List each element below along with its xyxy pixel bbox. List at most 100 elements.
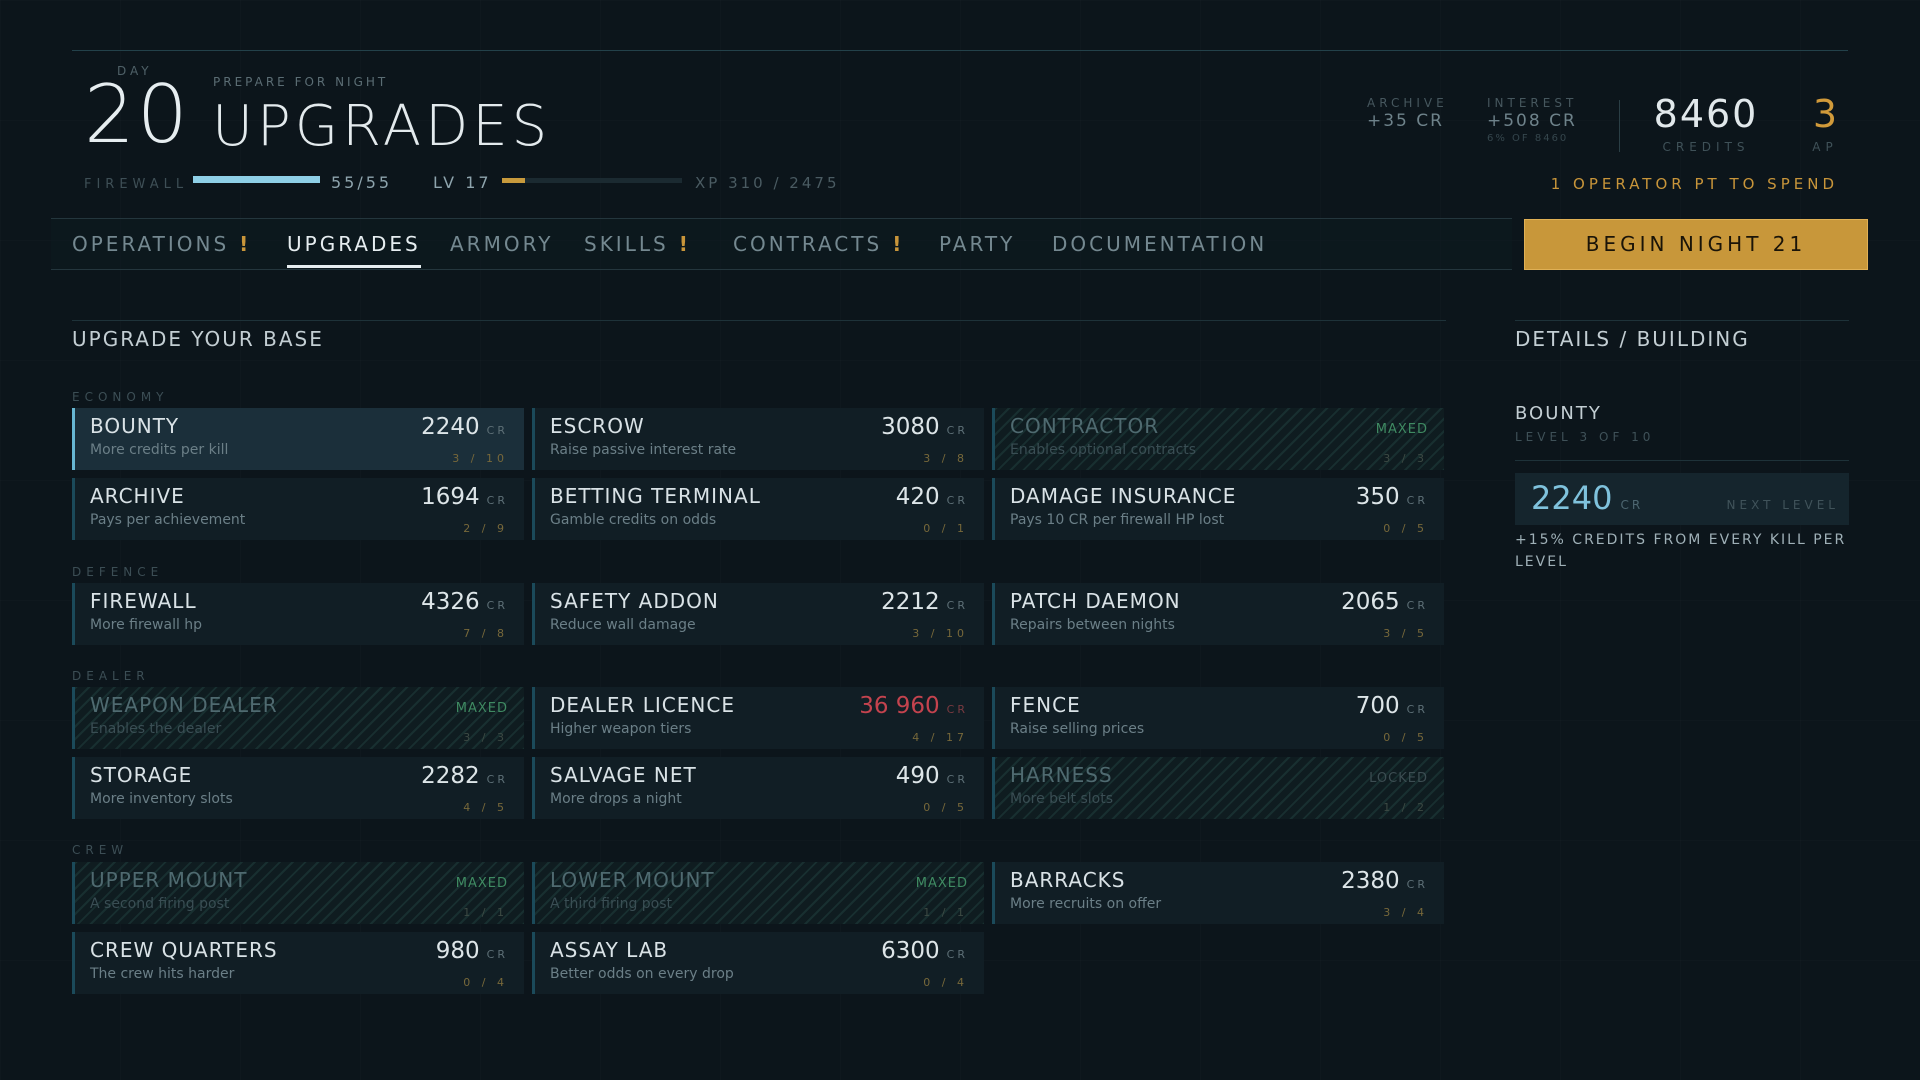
alert-icon: ! <box>239 232 252 256</box>
upgrade-card-salvage-net[interactable]: SALVAGE NET More drops a night 490 CR 0 / 5 <box>532 757 984 819</box>
card-name: DAMAGE INSURANCE <box>1010 484 1237 508</box>
ap-value: 3 <box>1812 92 1838 136</box>
card-name: ASSAY LAB <box>550 938 669 962</box>
details-separator <box>1515 460 1849 461</box>
archive-label: ARCHIVE <box>1367 96 1448 110</box>
card-name: STORAGE <box>90 763 193 787</box>
day-number: 20 <box>84 68 190 161</box>
card-price-unit: CR <box>486 599 508 612</box>
credits-value: 8460 <box>1653 92 1759 136</box>
card-price: 3080 CR <box>881 414 968 440</box>
firewall-label: FIREWALL <box>84 177 189 192</box>
card-description: A second firing post <box>90 896 230 912</box>
archive-stat: ARCHIVE +35 CR <box>1367 96 1448 131</box>
card-price: 4326 CR <box>421 589 508 615</box>
tab-label: DOCUMENTATION <box>1052 232 1268 256</box>
firewall-bar-fill <box>193 176 320 183</box>
section-divider <box>72 320 1446 321</box>
upgrade-card-fence[interactable]: FENCE Raise selling prices 700 CR 0 / 5 <box>992 687 1444 749</box>
card-name: CONTRACTOR <box>1010 414 1160 438</box>
card-description: A third firing post <box>550 896 673 912</box>
card-price: 490 CR <box>896 763 968 789</box>
tab-operations[interactable]: OPERATIONS! <box>72 219 251 270</box>
card-level: 1 / 1 <box>463 906 508 919</box>
begin-night-button[interactable]: BEGIN NIGHT 21 <box>1524 219 1868 270</box>
card-level: 3 / 5 <box>1383 627 1428 640</box>
tab-party[interactable]: PARTY <box>939 219 1015 270</box>
group-label-dealer: DEALER <box>72 669 150 683</box>
level-label: LV 17 <box>433 173 492 192</box>
card-price-unit: CR <box>486 494 508 507</box>
details-building-name: BOUNTY <box>1515 403 1602 424</box>
group-label-defence: DEFENCE <box>72 565 164 579</box>
card-name: FENCE <box>1010 693 1081 717</box>
operator-points-notice[interactable]: 1 OPERATOR PT TO SPEND <box>1551 175 1838 193</box>
tab-documentation[interactable]: DOCUMENTATION <box>1052 219 1267 270</box>
card-description: More drops a night <box>550 791 682 807</box>
alert-icon: ! <box>892 232 905 256</box>
upgrade-card-safety-addon[interactable]: SAFETY ADDON Reduce wall damage 2212 CR 3 / … <box>532 583 984 645</box>
main-nav: OPERATIONS! UPGRADES ARMORY SKILLS! CONT… <box>51 218 1512 270</box>
card-description: Better odds on every drop <box>550 966 734 982</box>
card-description: Raise passive interest rate <box>550 442 737 458</box>
upgrade-card-upper-mount[interactable]: UPPER MOUNT A second firing post MAXED 1 / … <box>72 862 524 924</box>
card-price-value: 350 <box>1355 484 1400 510</box>
upgrade-card-crew-quarters[interactable]: CREW QUARTERS The crew hits harder 980 CR 0 … <box>72 932 524 994</box>
upgrade-card-lower-mount[interactable]: LOWER MOUNT A third firing post MAXED 1 / 1 <box>532 862 984 924</box>
card-price-value: 980 <box>435 938 480 964</box>
card-description: More belt slots <box>1010 791 1114 807</box>
prepare-label: PREPARE FOR NIGHT <box>213 75 389 89</box>
upgrade-card-escrow[interactable]: ESCROW Raise passive interest rate 3080 CR 3… <box>532 408 984 470</box>
upgrade-card-dealer-licence[interactable]: DEALER LICENCE Higher weapon tiers 36 960 C… <box>532 687 984 749</box>
upgrade-card-assay-lab[interactable]: ASSAY LAB Better odds on every drop 6300 CR… <box>532 932 984 994</box>
card-price-unit: CR <box>1406 494 1428 507</box>
tab-armory[interactable]: ARMORY <box>450 219 553 270</box>
card-level: 1 / 2 <box>1383 801 1428 814</box>
card-name: SALVAGE NET <box>550 763 697 787</box>
tab-upgrades[interactable]: UPGRADES <box>287 219 421 270</box>
tab-label: ARMORY <box>450 232 554 256</box>
interest-label: INTEREST <box>1487 96 1578 110</box>
card-price-unit: CR <box>486 948 508 961</box>
card-level: 1 / 1 <box>923 906 968 919</box>
card-level: 0 / 5 <box>1383 731 1428 744</box>
card-price: 1694 CR <box>421 484 508 510</box>
card-name: BETTING TERMINAL <box>550 484 761 508</box>
upgrade-card-storage[interactable]: STORAGE More inventory slots 2282 CR 4 / 5 <box>72 757 524 819</box>
tab-skills[interactable]: SKILLS! <box>584 219 691 270</box>
upgrade-card-patch-daemon[interactable]: PATCH DAEMON Repairs between nights 2065 CR… <box>992 583 1444 645</box>
card-price-value: 3080 <box>881 414 940 440</box>
card-level: 3 / 10 <box>912 627 968 640</box>
details-title: DETAILS / BUILDING <box>1515 327 1750 351</box>
card-level: 3 / 4 <box>1383 906 1428 919</box>
upgrade-card-contractor[interactable]: CONTRACTOR Enables optional contracts MAXE… <box>992 408 1444 470</box>
card-level: 4 / 17 <box>912 731 968 744</box>
upgrade-card-barracks[interactable]: BARRACKS More recruits on offer 2380 CR 3 / … <box>992 862 1444 924</box>
card-level: 0 / 5 <box>923 801 968 814</box>
card-price: 2380 CR <box>1341 868 1428 894</box>
upgrade-card-weapon-dealer[interactable]: WEAPON DEALER Enables the dealer MAXED 3 / … <box>72 687 524 749</box>
tab-label: PARTY <box>939 232 1016 256</box>
tab-contracts[interactable]: CONTRACTS! <box>733 219 904 270</box>
card-status: MAXED <box>915 876 968 891</box>
upgrade-card-firewall[interactable]: FIREWALL More firewall hp 4326 CR 7 / 8 <box>72 583 524 645</box>
firewall-bar <box>193 176 320 183</box>
card-description: Reduce wall damage <box>550 617 696 633</box>
card-price: 36 960 CR <box>859 693 968 719</box>
card-name: SAFETY ADDON <box>550 589 719 613</box>
upgrade-card-archive[interactable]: ARCHIVE Pays per achievement 1694 CR 2 / 9 <box>72 478 524 540</box>
upgrade-card-damage-insurance[interactable]: DAMAGE INSURANCE Pays 10 CR per firewall … <box>992 478 1444 540</box>
details-cost-value: 2240 <box>1531 479 1613 517</box>
firewall-value: 55/55 <box>331 173 393 192</box>
card-level: 7 / 8 <box>463 627 508 640</box>
upgrade-card-bounty[interactable]: BOUNTY More credits per kill 2240 CR 3 / 10 <box>72 408 524 470</box>
upgrade-card-harness[interactable]: HARNESS More belt slots LOCKED 1 / 2 <box>992 757 1444 819</box>
upgrade-card-betting-terminal[interactable]: BETTING TERMINAL Gamble credits on odds 42… <box>532 478 984 540</box>
card-status: MAXED <box>455 876 508 891</box>
card-level: 3 / 3 <box>463 731 508 744</box>
card-description: More inventory slots <box>90 791 233 807</box>
card-price-value: 2212 <box>881 589 940 615</box>
card-name: ESCROW <box>550 414 645 438</box>
card-name: ARCHIVE <box>90 484 185 508</box>
card-level: 0 / 5 <box>1383 522 1428 535</box>
